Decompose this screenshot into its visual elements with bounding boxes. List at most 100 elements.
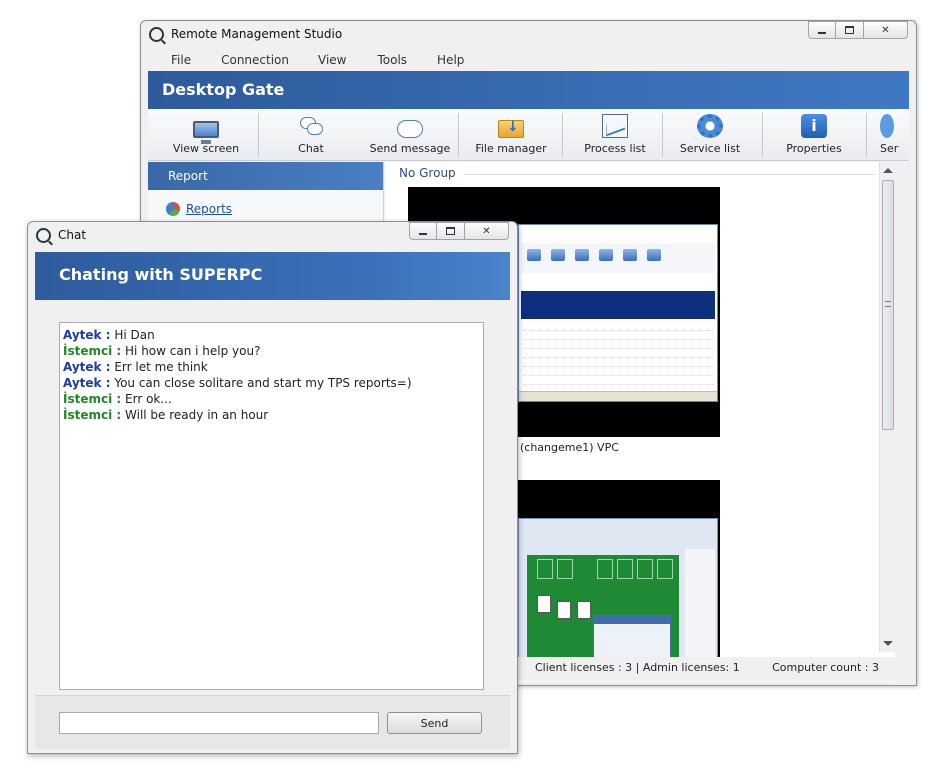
menu-view[interactable]: View bbox=[318, 51, 346, 71]
message-text: Will be ready in an hour bbox=[121, 408, 269, 422]
app-logo-icon bbox=[149, 27, 164, 42]
minimize-button[interactable] bbox=[808, 21, 836, 39]
computer-count: Computer count : 3 bbox=[772, 661, 879, 674]
partial-toolbar-label: Ser bbox=[880, 142, 899, 155]
process-list-label: Process list bbox=[584, 142, 646, 155]
menu-bar: File Connection View Tools Help bbox=[148, 51, 909, 71]
properties-button[interactable]: i Properties bbox=[774, 109, 854, 160]
main-titlebar[interactable]: Remote Management Studio ✕ bbox=[141, 21, 916, 49]
chat-message: İstemci : Will be ready in an hour bbox=[63, 407, 480, 423]
preview-rows bbox=[523, 323, 713, 395]
send-button[interactable]: Send bbox=[387, 712, 482, 734]
close-button[interactable]: ✕ bbox=[465, 222, 509, 240]
process-list-button[interactable]: Process list bbox=[572, 109, 658, 160]
send-message-label: Send message bbox=[369, 142, 451, 155]
menu-tools[interactable]: Tools bbox=[377, 51, 407, 71]
chat-window-title: Chat bbox=[58, 228, 87, 242]
chat-message: İstemci : Hi how can i help you? bbox=[63, 343, 480, 359]
chat-icon bbox=[298, 114, 324, 138]
report-header[interactable]: Report bbox=[148, 162, 383, 190]
maximize-icon bbox=[446, 227, 455, 235]
vertical-scrollbar[interactable] bbox=[879, 162, 895, 652]
menu-file[interactable]: File bbox=[171, 51, 191, 71]
chat-log[interactable]: Aytek : Hi Dan İstemci : Hi how can i he… bbox=[59, 322, 484, 690]
message-sender: İstemci : bbox=[63, 392, 122, 406]
remote-screen-preview bbox=[518, 224, 718, 402]
message-sender: İstemci : bbox=[63, 344, 122, 358]
scroll-thumb[interactable] bbox=[882, 180, 894, 430]
close-button[interactable]: ✕ bbox=[864, 21, 908, 39]
message-sender: Aytek : bbox=[63, 376, 111, 390]
chat-window: Chat ✕ Chating with SUPERPC Aytek : Hi D… bbox=[27, 221, 518, 754]
partial-icon bbox=[880, 114, 894, 138]
service-list-label: Service list bbox=[679, 142, 741, 155]
monitor-icon bbox=[193, 121, 219, 144]
minimize-button[interactable] bbox=[409, 222, 437, 240]
message-text: Hi how can i help you? bbox=[121, 344, 261, 358]
toolbar-divider bbox=[866, 113, 867, 157]
close-icon: ✕ bbox=[482, 225, 491, 237]
folder-icon bbox=[498, 119, 524, 138]
file-manager-label: File manager bbox=[475, 142, 547, 155]
main-window-controls: ✕ bbox=[808, 21, 908, 39]
message-sender: İstemci : bbox=[63, 408, 122, 422]
banner-title: Desktop Gate bbox=[162, 80, 285, 99]
chat-button[interactable]: Chat bbox=[278, 109, 344, 160]
minimize-icon bbox=[818, 31, 826, 34]
maximize-icon bbox=[845, 26, 854, 34]
info-icon: i bbox=[801, 114, 827, 138]
remote-screen-preview bbox=[518, 518, 718, 660]
chat-message: Aytek : Err let me think bbox=[63, 359, 480, 375]
gear-icon bbox=[697, 114, 723, 138]
maximize-button[interactable] bbox=[437, 222, 465, 240]
pie-chart-icon bbox=[166, 202, 180, 216]
reports-link[interactable]: Reports bbox=[186, 202, 232, 216]
chat-titlebar[interactable]: Chat ✕ bbox=[28, 222, 517, 250]
send-message-button[interactable]: Send message bbox=[364, 109, 456, 160]
group-label: No Group bbox=[399, 166, 456, 180]
toolbar: View screen Chat Send message File manag… bbox=[148, 109, 909, 161]
service-list-button[interactable]: Service list bbox=[672, 109, 748, 160]
message-text: You can close solitare and start my TPS … bbox=[110, 376, 412, 390]
message-sender: Aytek : bbox=[63, 328, 111, 342]
chat-window-controls: ✕ bbox=[409, 222, 509, 240]
minimize-icon bbox=[419, 232, 427, 235]
chat-banner-title: Chating with SUPERPC bbox=[59, 265, 263, 284]
menu-help[interactable]: Help bbox=[437, 51, 464, 71]
toolbar-divider bbox=[562, 113, 563, 157]
message-sender: Aytek : bbox=[63, 360, 111, 374]
menu-connection[interactable]: Connection bbox=[221, 51, 289, 71]
properties-label: Properties bbox=[786, 142, 842, 155]
message-icon bbox=[397, 120, 423, 138]
chat-message-input[interactable] bbox=[59, 712, 379, 734]
preview-dialog bbox=[593, 615, 671, 660]
scroll-down-icon[interactable] bbox=[883, 641, 893, 646]
toolbar-divider bbox=[458, 113, 459, 157]
partial-toolbar-button[interactable]: Ser bbox=[880, 109, 909, 160]
preview-icons bbox=[521, 243, 715, 273]
app-logo-icon bbox=[36, 228, 51, 243]
chat-message: Aytek : Hi Dan bbox=[63, 327, 480, 343]
toolbar-divider bbox=[662, 113, 663, 157]
preview-selected-row bbox=[521, 291, 715, 319]
close-icon: ✕ bbox=[881, 24, 890, 36]
main-window-title: Remote Management Studio bbox=[171, 27, 343, 41]
toolbar-divider bbox=[258, 113, 259, 157]
process-chart-icon bbox=[602, 114, 628, 138]
maximize-button[interactable] bbox=[836, 21, 864, 39]
chat-message: Aytek : You can close solitare and start… bbox=[63, 375, 480, 391]
file-manager-button[interactable]: File manager bbox=[468, 109, 554, 160]
scroll-up-icon[interactable] bbox=[883, 168, 893, 173]
message-text: Err let me think bbox=[110, 360, 208, 374]
reports-link-row[interactable]: Reports bbox=[166, 202, 232, 216]
chat-body: Aytek : Hi Dan İstemci : Hi how can i he… bbox=[35, 300, 510, 695]
chat-message: İstemci : Err ok... bbox=[63, 391, 480, 407]
chat-footer: Send bbox=[35, 695, 510, 749]
solitaire-board bbox=[527, 555, 679, 660]
view-screen-button[interactable]: View screen bbox=[166, 109, 246, 160]
message-text: Hi Dan bbox=[110, 328, 155, 342]
app-banner: Desktop Gate bbox=[148, 71, 909, 109]
chat-banner: Chating with SUPERPC bbox=[35, 252, 510, 300]
preview-taskbar bbox=[519, 391, 717, 401]
toolbar-divider bbox=[762, 113, 763, 157]
